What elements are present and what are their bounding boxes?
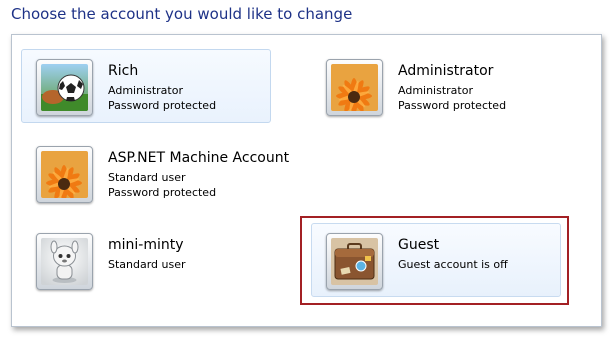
- account-type: Administrator: [108, 84, 183, 97]
- flower-icon: [41, 151, 88, 198]
- flower-icon: [331, 64, 378, 111]
- account-name: ASP.NET Machine Account: [108, 150, 290, 166]
- page-heading: Choose the account you would like to cha…: [11, 5, 353, 23]
- account-type: Administrator: [398, 84, 473, 97]
- suitcase-icon: [331, 238, 378, 285]
- account-tile-mini-minty[interactable]: mini-minty Standard user: [21, 223, 271, 297]
- account-name: mini-minty: [108, 237, 184, 253]
- robot-figure-icon: [41, 238, 88, 285]
- account-password-status: Password protected: [108, 99, 217, 112]
- account-tile-aspnet-machine-account[interactable]: ASP.NET Machine Account Standard user Pa…: [21, 136, 289, 210]
- account-name: Rich: [108, 63, 139, 79]
- accounts-panel: Rich Administrator Password protected Ad…: [11, 34, 602, 327]
- account-password-status: Password protected: [108, 186, 217, 199]
- account-picture: [36, 233, 93, 290]
- account-type: Standard user: [108, 258, 186, 271]
- account-tile-guest[interactable]: Guest Guest account is off: [311, 223, 561, 297]
- account-name: Guest: [398, 237, 440, 253]
- account-tile-administrator[interactable]: Administrator Administrator Password pro…: [311, 49, 561, 123]
- account-password-status: Password protected: [398, 99, 507, 112]
- account-type: Standard user: [108, 171, 186, 184]
- account-picture: [326, 59, 383, 116]
- soccer-ball-icon: [41, 64, 88, 111]
- account-name: Administrator: [398, 63, 494, 79]
- account-picture: [36, 59, 93, 116]
- account-tile-rich[interactable]: Rich Administrator Password protected: [21, 49, 271, 123]
- account-picture: [36, 146, 93, 203]
- account-picture: [326, 233, 383, 290]
- account-status: Guest account is off: [398, 258, 508, 271]
